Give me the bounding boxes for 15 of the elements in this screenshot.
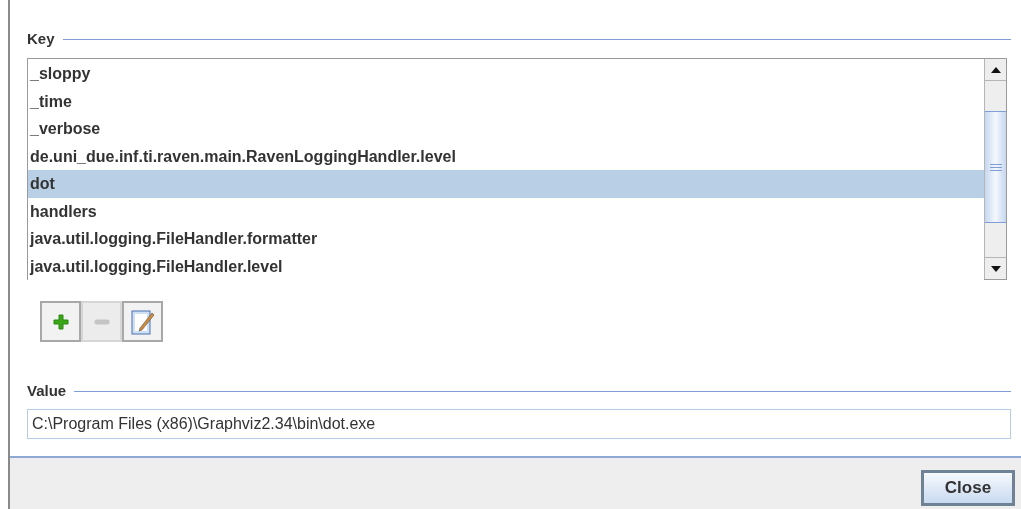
edit-document-icon <box>130 308 155 335</box>
list-item[interactable]: dot <box>28 170 984 198</box>
vertical-scrollbar[interactable] <box>984 59 1006 279</box>
up-arrow-icon <box>990 66 1001 73</box>
close-button[interactable]: Close <box>921 470 1015 506</box>
down-arrow-icon <box>990 265 1001 272</box>
section-title: Key <box>27 28 55 49</box>
value-field[interactable]: C:\Program Files (x86)\Graphviz2.34\bin\dot.exe <box>27 409 1011 439</box>
edit-button[interactable] <box>122 301 163 342</box>
plus-icon <box>52 313 69 330</box>
minus-icon <box>93 318 110 325</box>
section-title: Value <box>27 380 67 401</box>
add-button[interactable] <box>40 301 81 342</box>
scroll-thumb[interactable] <box>985 111 1006 223</box>
grip-icon <box>989 163 1002 171</box>
